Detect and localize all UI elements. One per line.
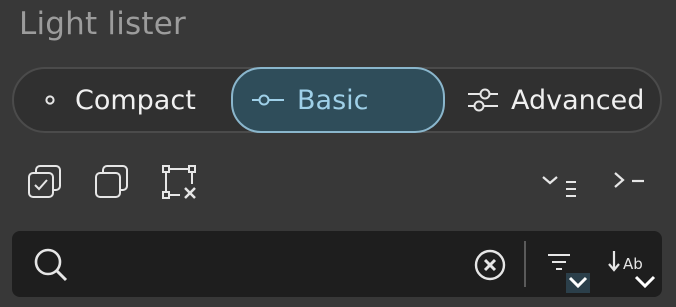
sliders-icon (465, 87, 501, 113)
panel-title: Light lister (19, 6, 186, 42)
mode-basic-button[interactable]: Basic (231, 67, 445, 133)
filter-dropdown-button[interactable] (544, 243, 592, 295)
small-circle-icon (41, 94, 59, 106)
search-icon (34, 248, 68, 282)
mode-advanced-label: Advanced (511, 84, 645, 116)
copy-icon (95, 165, 128, 198)
view-mode-selector: Compact Basic Advanced (12, 67, 662, 133)
sort-dropdown-button[interactable]: Ab (606, 243, 666, 295)
sort-arrow-icon (608, 251, 620, 272)
mode-advanced-button[interactable]: Advanced (465, 69, 644, 131)
mode-basic-label: Basic (297, 84, 369, 116)
sort-label: Ab (623, 255, 643, 273)
filter-dropdown-bg (566, 273, 590, 293)
mode-compact-button[interactable]: Compact (41, 69, 196, 131)
select-all-button[interactable] (26, 163, 64, 201)
console-button[interactable] (610, 168, 650, 200)
chevron-down-icon (634, 275, 656, 289)
copy-button[interactable] (92, 163, 130, 201)
search-input[interactable] (90, 243, 474, 285)
filter-icon (548, 254, 570, 270)
deselect-icon (162, 165, 196, 199)
expand-all-icon (542, 176, 576, 197)
mode-compact-label: Compact (75, 84, 196, 116)
slider-single-icon (251, 93, 285, 107)
expand-all-button[interactable] (540, 168, 580, 200)
clear-search-icon[interactable] (473, 248, 507, 282)
search-bar: Ab (12, 231, 662, 297)
deselect-button[interactable] (160, 163, 200, 201)
console-icon (614, 172, 644, 188)
check-all-icon (28, 165, 61, 198)
search-divider (524, 241, 526, 287)
